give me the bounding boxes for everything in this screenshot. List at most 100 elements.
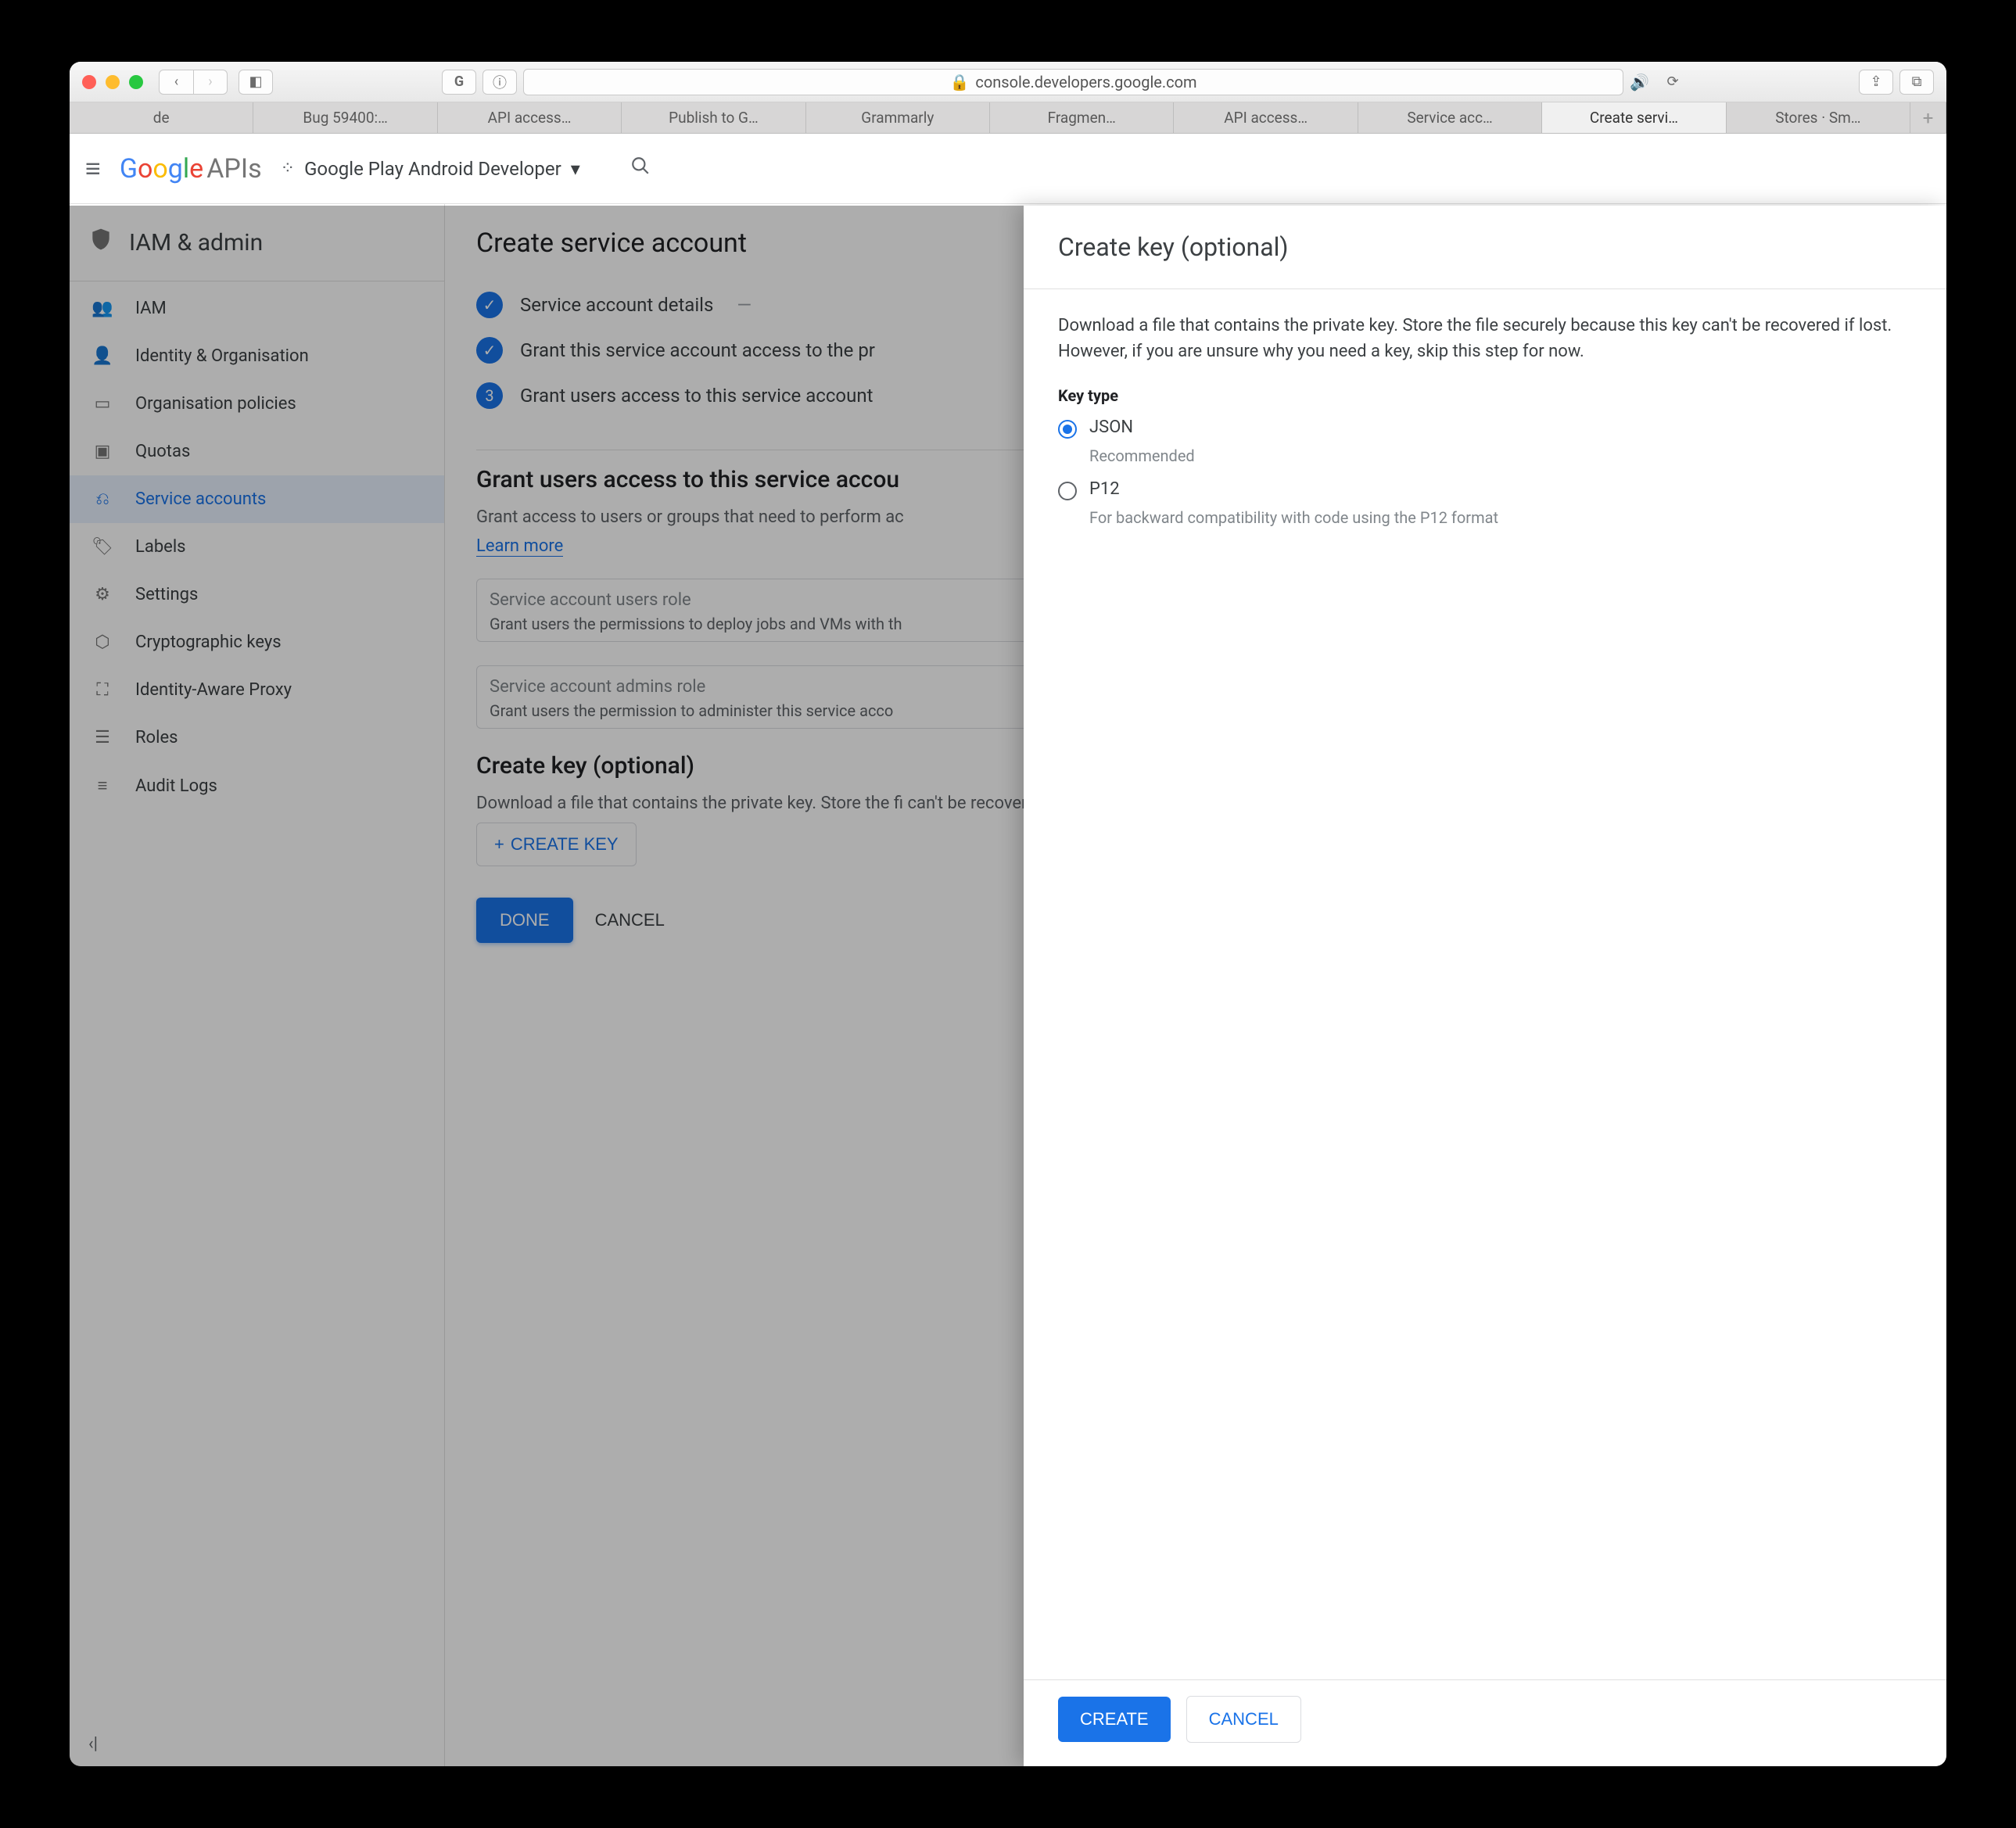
chevron-down-icon: ▾ — [571, 158, 580, 180]
step-dash: — — [737, 294, 753, 316]
browser-tab[interactable]: API access… — [1174, 102, 1358, 133]
nav-icon: 👥 — [91, 299, 113, 318]
tab-bar: deBug 59400:…API access…Publish to G…Gra… — [70, 102, 1946, 134]
radio-label: P12 — [1089, 479, 1120, 499]
radio-icon — [1058, 482, 1077, 500]
drawer-cancel-button[interactable]: CANCEL — [1186, 1696, 1301, 1743]
nav-label: Organisation policies — [135, 394, 296, 414]
nav-icon: 🏷 — [91, 537, 113, 557]
sidebar-item[interactable]: 🏷 Labels — [70, 523, 444, 571]
nav-icon: ⬡ — [91, 633, 113, 652]
audio-icon[interactable]: 🔊 — [1630, 73, 1649, 91]
titlebar: ‹ › ◧ G ⓘ 🔒 console.developers.google.co… — [70, 62, 1946, 102]
step-label: Grant this service account access to the… — [520, 339, 875, 361]
browser-tab[interactable]: Create servi… — [1542, 102, 1726, 133]
menu-icon[interactable]: ≡ — [85, 153, 101, 185]
step-icon: ✓ — [476, 337, 503, 364]
minimize-window-icon[interactable] — [106, 75, 120, 89]
new-tab-button[interactable]: + — [1910, 102, 1946, 133]
reload-button[interactable]: ⟳ — [1655, 70, 1690, 95]
url-bar[interactable]: 🔒 console.developers.google.com — [523, 69, 1623, 95]
collapse-sidebar-button[interactable]: ‹| — [70, 1722, 444, 1766]
project-icon: ⁘ — [281, 159, 295, 178]
traffic-lights — [82, 75, 143, 89]
sidebar-item[interactable]: ⬡Cryptographic keys — [70, 618, 444, 666]
create-key-button[interactable]: + CREATE KEY — [476, 823, 637, 866]
extension-button[interactable]: G — [442, 70, 476, 95]
browser-window: ‹ › ◧ G ⓘ 🔒 console.developers.google.co… — [70, 62, 1946, 1766]
step-label: Grant users access to this service accou… — [520, 385, 873, 407]
browser-tab[interactable]: Grammarly — [806, 102, 990, 133]
sidebar-item[interactable]: ⎌ Service accounts — [70, 475, 444, 523]
done-button[interactable]: DONE — [476, 898, 573, 943]
nav-label: Service accounts — [135, 489, 266, 509]
sidebar-title: IAM & admin — [129, 229, 263, 256]
search-icon[interactable] — [630, 156, 651, 181]
step-icon: 3 — [476, 382, 503, 409]
nav-label: Identity-Aware Proxy — [135, 680, 292, 700]
forward-button[interactable]: › — [193, 70, 228, 95]
drawer-title: Create key (optional) — [1024, 206, 1946, 289]
key-type-label: Key type — [1058, 386, 1912, 405]
sidebar-item[interactable]: 👤 Identity & Organisation — [70, 332, 444, 380]
share-button[interactable]: ⇪ — [1859, 70, 1893, 95]
key-type-option[interactable]: P12 — [1058, 479, 1912, 500]
nav-label: Audit Logs — [135, 776, 217, 796]
cancel-button[interactable]: CANCEL — [595, 910, 665, 930]
nav-icon: ☰ — [91, 728, 113, 747]
project-selector[interactable]: ⁘ Google Play Android Developer ▾ — [281, 158, 580, 180]
sidebar-item[interactable]: ⛶Identity-Aware Proxy — [70, 666, 444, 714]
nav-label: Labels — [135, 537, 186, 557]
sidebar-item[interactable]: ≡ Audit Logs — [70, 762, 444, 810]
nav-label: Quotas — [135, 442, 190, 461]
radio-sublabel: Recommended — [1089, 446, 1912, 465]
sidebar-toggle-button[interactable]: ◧ — [239, 70, 273, 95]
nav-icon: ▣ — [91, 442, 113, 461]
google-apis-logo: GoogleAPIs — [120, 153, 262, 185]
browser-tab[interactable]: Stores · Sm… — [1727, 102, 1910, 133]
sidebar: IAM & admin 👥IAM 👤 Identity & Organisation… — [70, 204, 445, 1766]
create-key-drawer: Create key (optional) Download a file th… — [1024, 206, 1946, 1766]
step-label: Service account details — [520, 294, 713, 316]
browser-tab[interactable]: de — [70, 102, 253, 133]
drawer-footer: CREATE CANCEL — [1024, 1679, 1946, 1766]
lock-icon: 🔒 — [949, 73, 969, 91]
radio-label: JSON — [1089, 418, 1133, 437]
back-button[interactable]: ‹ — [159, 70, 193, 95]
step-icon: ✓ — [476, 292, 503, 318]
close-window-icon[interactable] — [82, 75, 96, 89]
nav-label: Settings — [135, 585, 198, 604]
sidebar-item[interactable]: 👥IAM — [70, 285, 444, 332]
drawer-create-button[interactable]: CREATE — [1058, 1697, 1171, 1742]
app-bar: ≡ GoogleAPIs ⁘ Google Play Android Devel… — [70, 134, 1946, 204]
browser-tab[interactable]: Service acc… — [1358, 102, 1542, 133]
url-host: console.developers.google.com — [975, 73, 1196, 91]
sidebar-item[interactable]: ▣ Quotas — [70, 428, 444, 475]
project-name: Google Play Android Developer — [304, 158, 561, 180]
browser-tab[interactable]: Bug 59400:… — [253, 102, 437, 133]
tabs-overview-button[interactable]: ⧉ — [1899, 70, 1934, 95]
browser-tab[interactable]: API access… — [438, 102, 622, 133]
nav-icon: 👤 — [91, 346, 113, 366]
browser-tab[interactable]: Publish to G… — [622, 102, 805, 133]
sidebar-header: IAM & admin — [70, 204, 444, 281]
radio-sublabel: For backward compatibility with code usi… — [1089, 508, 1912, 527]
nav-list: 👥IAM 👤 Identity & Organisation ▭ Organisatio… — [70, 281, 444, 1722]
key-type-option[interactable]: JSON — [1058, 418, 1912, 439]
sidebar-item[interactable]: ⚙Settings — [70, 571, 444, 618]
nav-icon: ⎌ — [91, 489, 113, 509]
sidebar-item[interactable]: ☰ Roles — [70, 714, 444, 762]
maximize-window-icon[interactable] — [129, 75, 143, 89]
plus-icon: + — [494, 834, 504, 855]
nav-icon: ▭ — [91, 394, 113, 414]
radio-icon — [1058, 420, 1077, 439]
nav-label: Roles — [135, 728, 178, 747]
nav-label: Identity & Organisation — [135, 346, 309, 366]
nav-back-forward: ‹ › — [159, 70, 228, 95]
learn-more-link[interactable]: Learn more — [476, 536, 563, 557]
shield-icon — [88, 226, 113, 259]
sidebar-item[interactable]: ▭ Organisation policies — [70, 380, 444, 428]
nav-icon: ≡ — [91, 776, 113, 796]
browser-tab[interactable]: Fragmen… — [990, 102, 1174, 133]
reader-button[interactable]: ⓘ — [482, 70, 517, 95]
